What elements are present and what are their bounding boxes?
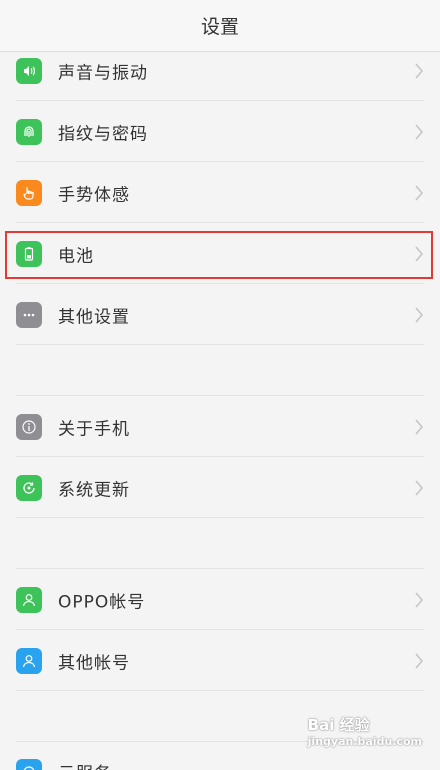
battery-icon [16, 240, 42, 267]
settings-item-label: 关于手机 [58, 419, 130, 439]
baidu-jingyan-watermark: Bai 经验 jingyan.baidu.com [308, 714, 422, 748]
chevron-right-icon [415, 307, 423, 322]
chevron-right-icon [415, 592, 423, 607]
chevron-right-icon [415, 185, 423, 200]
chevron-right-icon [415, 653, 423, 668]
settings-item-label: 声音与振动 [58, 63, 148, 83]
chevron-right-icon [415, 124, 423, 139]
settings-item-gesture[interactable]: 手势体感 [0, 162, 440, 223]
fingerprint-icon [16, 118, 42, 145]
cloud-icon [16, 759, 42, 770]
page-title: 设置 [200, 16, 239, 38]
chevron-right-icon [415, 419, 423, 434]
update-icon [16, 474, 42, 501]
watermark-text: Bai 经验 [307, 716, 370, 734]
chevron-right-icon [415, 63, 423, 78]
settings-item-label: 电池 [58, 246, 94, 266]
settings-item-label: 云服务 [58, 759, 112, 770]
info-icon [16, 413, 42, 440]
settings-item-label: 系统更新 [58, 480, 130, 500]
settings-item-label: 指纹与密码 [58, 124, 148, 144]
settings-item-label: OPPO帐号 [58, 592, 146, 612]
divider [16, 690, 424, 691]
settings-item-label: 其他帐号 [58, 653, 130, 673]
settings-item-other-settings[interactable]: 其他设置 [0, 284, 440, 345]
settings-item-oppo-account[interactable]: OPPO帐号 [0, 569, 440, 630]
settings-item-about-phone[interactable]: 关于手机 [0, 396, 440, 457]
settings-item-fingerprint[interactable]: 指纹与密码 [0, 101, 440, 162]
hand-gesture-icon [16, 179, 42, 206]
more-dots-icon [16, 301, 42, 328]
page-header: 设置 [0, 0, 440, 52]
speaker-icon [16, 57, 42, 84]
user-icon [16, 586, 42, 613]
chevron-right-icon [415, 480, 423, 495]
chevron-right-icon [415, 246, 423, 261]
settings-item-battery[interactable]: 电池 [0, 223, 440, 284]
settings-item-label: 手势体感 [58, 185, 130, 205]
user-icon [16, 647, 42, 674]
divider [16, 517, 424, 518]
settings-item-system-update[interactable]: 系统更新 [0, 457, 440, 518]
divider [16, 344, 424, 345]
settings-item-label: 其他设置 [58, 307, 130, 327]
watermark-subtext: jingyan.baidu.com [307, 735, 422, 748]
settings-item-other-accounts[interactable]: 其他帐号 [0, 630, 440, 691]
